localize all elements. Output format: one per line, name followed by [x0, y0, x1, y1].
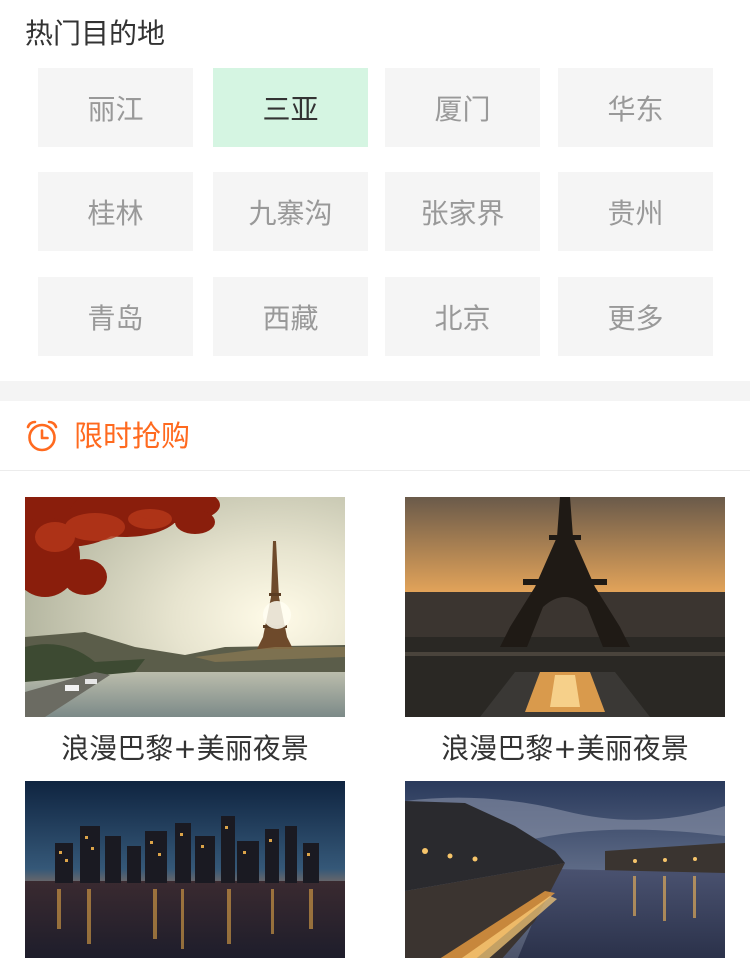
- city-skyline-night-photo: [25, 781, 345, 958]
- destination-guizhou[interactable]: 贵州: [558, 172, 713, 251]
- product-card-caption-2[interactable]: 浪漫巴黎+美丽夜景: [405, 729, 725, 769]
- product-card-image-2[interactable]: [405, 497, 725, 717]
- alarm-clock-icon: [25, 419, 59, 453]
- destination-sanya[interactable]: 三亚: [213, 68, 368, 147]
- destination-xiamen[interactable]: 厦门: [385, 68, 540, 147]
- destination-lijiang[interactable]: 丽江: [38, 68, 193, 147]
- eiffel-tower-autumn-photo: [25, 497, 345, 717]
- flash-sale-header: 限时抢购: [0, 401, 750, 471]
- flash-sale-title: 限时抢购: [74, 419, 191, 453]
- destination-qingdao[interactable]: 青岛: [38, 277, 193, 356]
- destination-zhangjiajie[interactable]: 张家界: [385, 172, 540, 251]
- destination-more[interactable]: 更多: [558, 277, 713, 356]
- product-card-image-1[interactable]: [25, 497, 345, 717]
- destination-jiuzhaigou[interactable]: 九寨沟: [213, 172, 368, 251]
- destination-grid: 丽江 三亚 厦门 华东 桂林 九寨沟 张家界 贵州 青岛 西藏 北京 更多: [0, 0, 750, 380]
- destination-tibet[interactable]: 西藏: [213, 277, 368, 356]
- product-card-caption-1[interactable]: 浪漫巴黎+美丽夜景: [25, 729, 345, 769]
- eiffel-tower-sunset-photo: [405, 497, 725, 717]
- destination-huadong[interactable]: 华东: [558, 68, 713, 147]
- product-card-image-3[interactable]: [25, 781, 345, 958]
- paris-river-night-photo: [405, 781, 725, 958]
- destination-guilin[interactable]: 桂林: [38, 172, 193, 251]
- section-divider: [0, 381, 750, 401]
- destination-beijing[interactable]: 北京: [385, 277, 540, 356]
- product-card-image-4[interactable]: [405, 781, 725, 958]
